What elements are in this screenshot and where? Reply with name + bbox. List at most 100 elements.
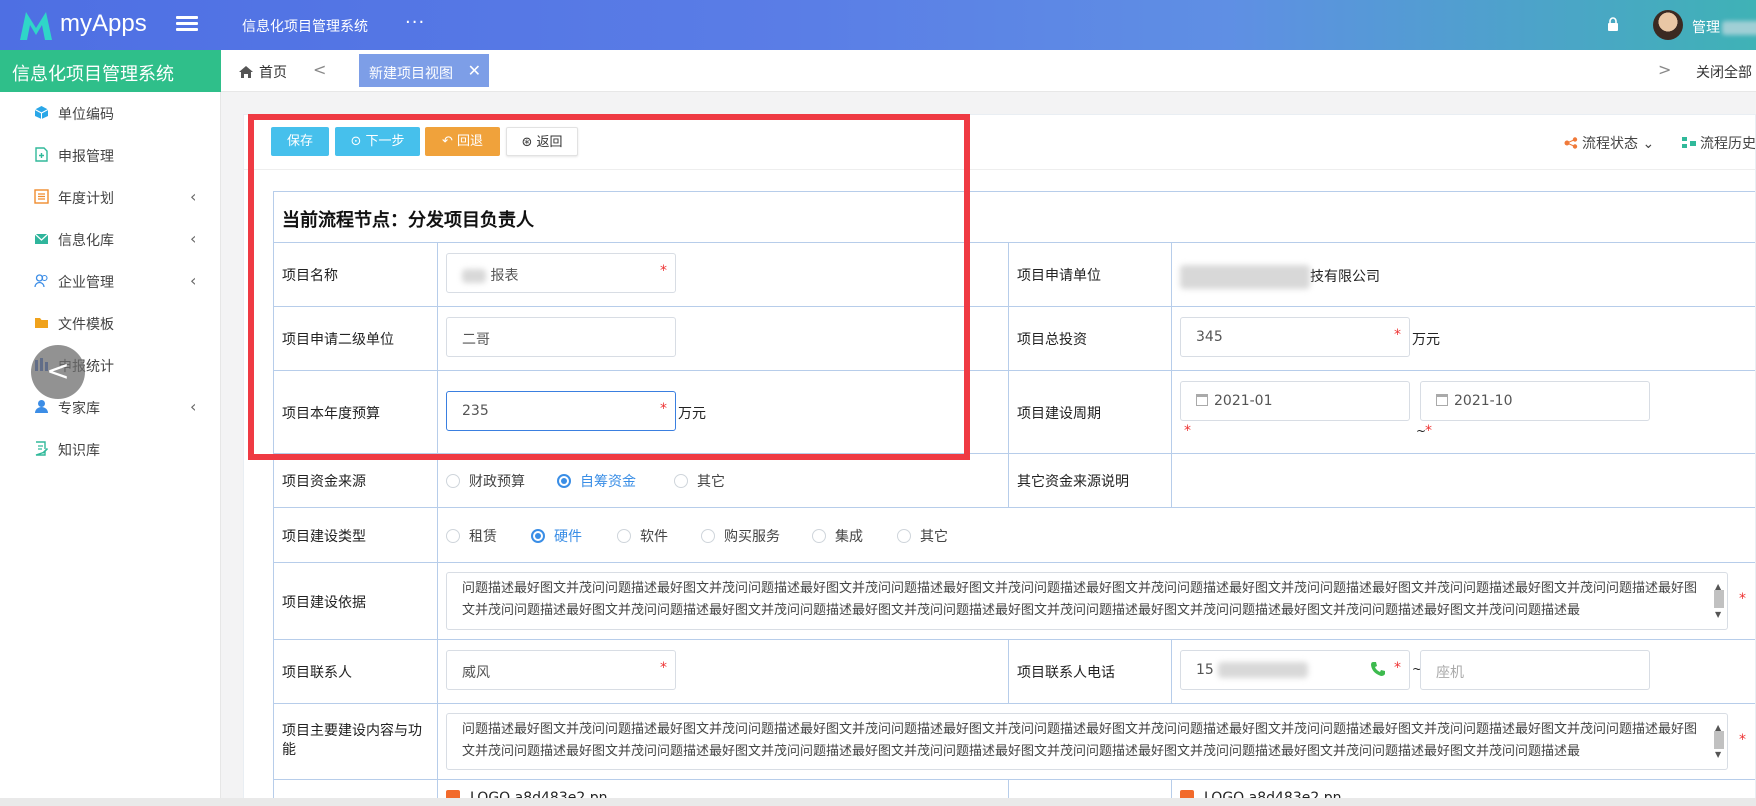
required-mark: * — [1739, 732, 1746, 748]
second-unit-input[interactable]: 二哥 — [446, 317, 676, 357]
window-bottom-edge — [0, 798, 1756, 806]
period-end-input[interactable]: 2021-10 — [1420, 381, 1650, 421]
calendar-icon — [1196, 394, 1208, 406]
circle-arrow-icon: ⊛ — [521, 135, 537, 150]
tab-new-project-view[interactable]: 新建项目视图 ✕ — [359, 54, 489, 87]
flow-history-icon — [1682, 137, 1696, 148]
next-step-button[interactable]: ⊙ 下一步 — [335, 127, 420, 156]
user-name[interactable]: 管理 — [1692, 17, 1756, 37]
unit-label: 万元 — [678, 406, 706, 422]
users-icon — [34, 274, 48, 288]
doc-edit-icon — [35, 441, 49, 456]
avatar[interactable] — [1653, 10, 1683, 40]
chevron-left-icon: ‹ — [190, 271, 197, 290]
undo-icon: ↶ — [441, 134, 457, 149]
close-icon[interactable]: ✕ — [468, 61, 481, 80]
form-row: 项目联系人 威风 * 项目联系人电话 15 * ~ 座机 — [274, 640, 1755, 704]
field-label: 项目本年度预算 — [282, 406, 380, 422]
sidebar-item-label: 文件模板 — [58, 317, 114, 333]
basis-textarea[interactable]: 问题描述最好图文并茂问问题描述最好图文并茂问问题描述最好图文并茂问问题描述最好图… — [446, 572, 1728, 630]
radio-type-other[interactable]: 其它 — [897, 526, 948, 546]
required-mark: * — [660, 660, 667, 676]
rollback-button[interactable]: ↶ 回退 — [425, 127, 500, 156]
radio-fiscal-budget[interactable]: 财政预算 — [446, 471, 525, 491]
phone-icon — [1371, 662, 1385, 676]
required-mark: * — [1394, 660, 1401, 676]
required-mark: * — [1184, 423, 1191, 439]
sidebar-item-label: 申报管理 — [58, 149, 114, 165]
required-mark: * — [660, 263, 667, 279]
flow-history-button[interactable]: 流程历史 — [1682, 133, 1755, 153]
sidebar-item-label: 知识库 — [58, 443, 100, 459]
required-mark: * — [660, 401, 667, 417]
project-name-input[interactable]: 报表 — [446, 253, 676, 293]
field-label: 项目建设依据 — [282, 595, 366, 611]
save-button[interactable]: 保存 — [271, 127, 329, 156]
form-row: 项目建设依据 问题描述最好图文并茂问问题描述最好图文并茂问问题描述最好图文并茂问… — [274, 563, 1755, 640]
other-fund-description[interactable] — [1172, 454, 1755, 507]
sidebar-item-file-template[interactable]: 文件模板 — [0, 302, 221, 344]
sidebar-item-declaration[interactable]: 申报管理 — [0, 134, 221, 176]
sidebar-item-annual-plan[interactable]: 年度计划 ‹ — [0, 176, 221, 218]
top-bar: myApps 信息化项目管理系统 ··· 管理 — [0, 0, 1756, 50]
sidebar-item-unit-code[interactable]: 单位编码 — [0, 92, 221, 134]
annual-budget-input[interactable]: 235 — [446, 391, 676, 431]
field-label: 项目名称 — [282, 268, 338, 284]
field-label: 项目总投资 — [1017, 332, 1087, 348]
sidebar-item-experts[interactable]: 专家库 ‹ — [0, 386, 221, 428]
sidebar-item-label: 年度计划 — [58, 191, 114, 207]
radio-integration[interactable]: 集成 — [812, 526, 863, 546]
field-label: 项目主要建设内容与功能 — [282, 723, 422, 758]
sidebar-item-enterprise[interactable]: 企业管理 ‹ — [0, 260, 221, 302]
field-label: 项目申请二级单位 — [282, 332, 394, 348]
scrollbar[interactable]: ▲ ▼ — [1714, 576, 1724, 626]
tab-home[interactable]: 首页 — [239, 62, 287, 82]
flow-status-dropdown[interactable]: 流程状态 ⌄ — [1564, 133, 1654, 153]
toolbar-divider — [244, 169, 1755, 170]
form-title: 当前流程节点：分发项目负责人 — [282, 210, 534, 231]
field-label: 项目建设周期 — [1017, 406, 1101, 422]
radio-self-raised[interactable]: 自筹资金 — [557, 471, 636, 491]
main-content-textarea[interactable]: 问题描述最好图文并茂问问题描述最好图文并茂问问题描述最好图文并茂问问题描述最好图… — [446, 713, 1728, 770]
form-row: 项目本年度预算 235 * 万元 项目建设周期 2021-01 * 2021-1… — [274, 371, 1755, 454]
return-button[interactable]: ⊛ 返回 — [506, 127, 578, 156]
sidebar-item-label: 专家库 — [58, 401, 100, 417]
close-all-button[interactable]: 关闭全部 — [1696, 62, 1752, 82]
unit-label: 万元 — [1412, 332, 1440, 348]
chevron-left-icon: ‹ — [190, 397, 197, 416]
tab-scroll-right-button[interactable]: > — [1658, 60, 1671, 79]
required-mark: * — [1425, 423, 1432, 439]
field-label: 项目联系人电话 — [1017, 665, 1115, 681]
radio-purchase-service[interactable]: 购买服务 — [701, 526, 780, 546]
radio-hardware[interactable]: 硬件 — [531, 526, 582, 546]
radio-lease[interactable]: 租赁 — [446, 526, 497, 546]
field-label: 项目建设类型 — [282, 529, 366, 545]
share-icon — [1564, 137, 1578, 149]
period-start-input[interactable]: 2021-01 — [1180, 381, 1410, 421]
lock-icon[interactable] — [1607, 17, 1619, 31]
chevron-down-icon: ⌄ — [1638, 136, 1655, 152]
header-system-title[interactable]: 信息化项目管理系统 — [242, 16, 368, 36]
contact-input[interactable]: 威风 — [446, 650, 676, 690]
form-row: 项目申请二级单位 二哥 项目总投资 345 * 万元 — [274, 307, 1755, 371]
field-label: 项目资金来源 — [282, 474, 366, 490]
form-row: 项目主要建设内容与功能 问题描述最好图文并茂问问题描述最好图文并茂问问题描述最好… — [274, 704, 1755, 780]
form-title-row: 当前流程节点：分发项目负责人 — [274, 192, 1755, 243]
more-icon[interactable]: ··· — [405, 12, 425, 33]
floating-back-button[interactable]: < — [31, 345, 85, 399]
form-row: 项目资金来源 财政预算 自筹资金 其它 其它资金来源说明 — [274, 454, 1755, 508]
sidebar-item-knowledge[interactable]: 知识库 — [0, 428, 221, 470]
field-label: 项目联系人 — [282, 665, 352, 681]
folder-icon — [35, 318, 48, 328]
form-row: 项目建设类型 租赁 硬件 软件 购买服务 集成 其它 — [274, 508, 1755, 563]
tab-scroll-left-button[interactable]: < — [313, 60, 326, 79]
myapps-logo-icon — [20, 12, 52, 40]
radio-software[interactable]: 软件 — [617, 526, 668, 546]
radio-fund-other[interactable]: 其它 — [674, 471, 725, 491]
landline-input[interactable]: 座机 — [1420, 650, 1650, 690]
total-invest-input[interactable]: 345 — [1180, 317, 1410, 357]
menu-toggle-button[interactable] — [176, 16, 198, 34]
scrollbar[interactable]: ▲ ▼ — [1714, 717, 1724, 766]
cube-icon — [34, 106, 49, 119]
sidebar-item-info-library[interactable]: 信息化库 ‹ — [0, 218, 221, 260]
